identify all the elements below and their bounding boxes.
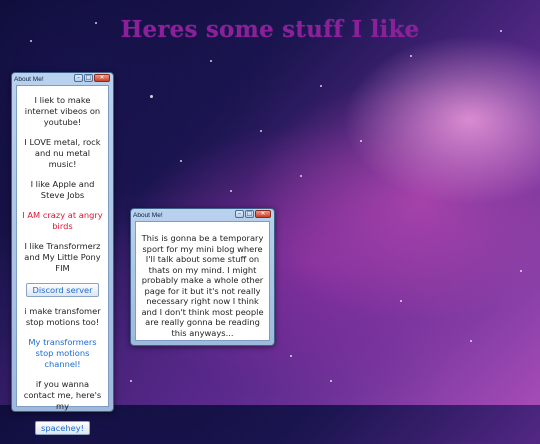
blog-window-content: This is gonna be a temporary sport for m…: [135, 221, 270, 341]
blog-text: This is gonna be a temporary sport for m…: [141, 233, 264, 338]
about-window-title: About Me!: [14, 75, 44, 83]
about-window[interactable]: About Me! – □ ✕ I liek to make internet …: [11, 72, 114, 435]
about-paragraph-stop-motions: i make transfomer stop motions too!: [24, 306, 101, 327]
spacehey-button[interactable]: spacehey!: [35, 421, 90, 435]
minimize-icon[interactable]: –: [74, 74, 83, 82]
about-paragraph-youtube: I liek to make internet vibeos on youtub…: [24, 95, 101, 127]
about-window-controls: – □ ✕: [73, 74, 110, 82]
close-icon[interactable]: ✕: [94, 74, 110, 82]
stop-motion-channel-link[interactable]: My transformers stop motions channel!: [20, 337, 105, 370]
page-headline: Heres some stuff I like: [120, 16, 420, 43]
about-paragraph-transformers: I like Transformerz and My Little Pony F…: [24, 241, 101, 273]
about-paragraph-angry-birds: I AM crazy at angry birds: [22, 210, 103, 231]
about-window-content: I liek to make internet vibeos on youtub…: [16, 85, 109, 435]
about-paragraph-contact: if you wanna contact me, here's my: [23, 379, 102, 411]
maximize-icon[interactable]: □: [84, 74, 93, 82]
blog-window-title: About Me!: [133, 211, 163, 219]
discord-server-button[interactable]: Discord server: [26, 283, 99, 297]
about-paragraph-apple: I like Apple and Steve Jobs: [30, 179, 95, 200]
close-icon[interactable]: ✕: [255, 210, 271, 218]
blog-window-controls: – □ ✕: [234, 210, 271, 218]
blog-window-titlebar[interactable]: About Me! – □ ✕: [131, 209, 274, 221]
blog-window[interactable]: About Me! – □ ✕ This is gonna be a tempo…: [130, 208, 275, 346]
about-paragraph-music: I LOVE metal, rock and nu metal music!: [24, 137, 101, 169]
maximize-icon[interactable]: □: [245, 210, 254, 218]
about-window-titlebar[interactable]: About Me! – □ ✕: [12, 73, 113, 85]
minimize-icon[interactable]: –: [235, 210, 244, 218]
